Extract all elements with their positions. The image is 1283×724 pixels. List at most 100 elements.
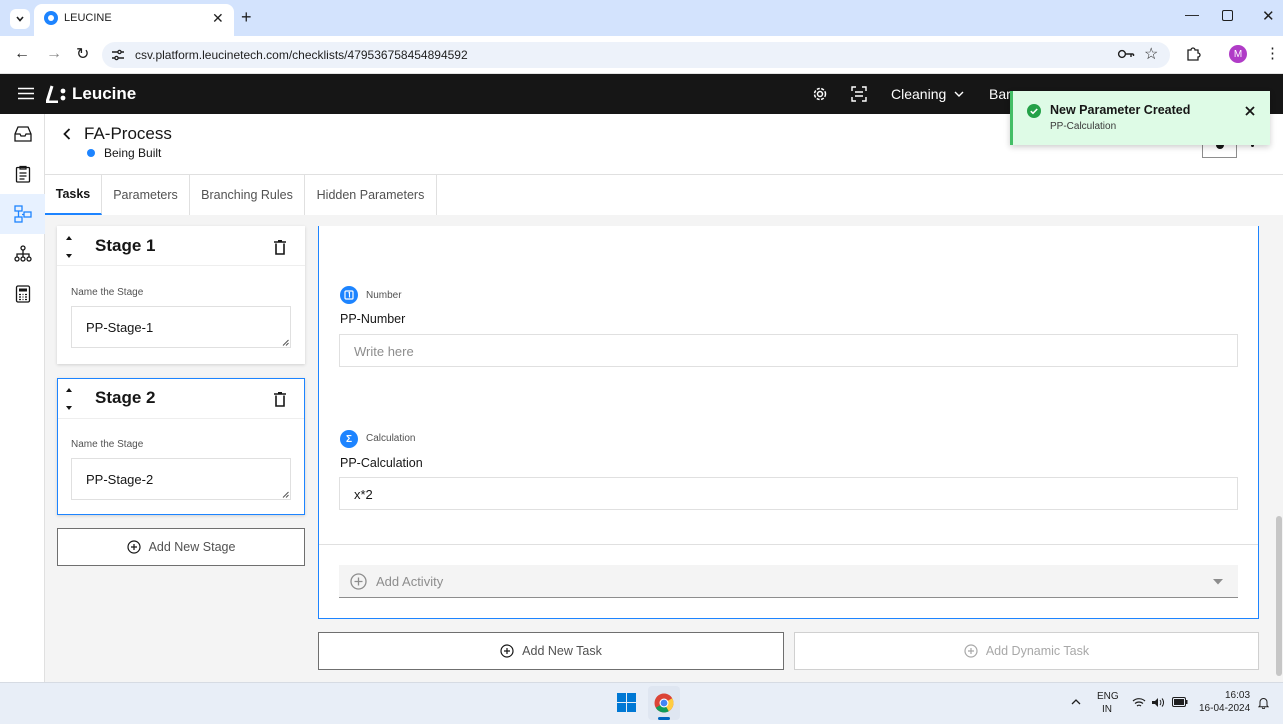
site-settings-icon[interactable] — [111, 49, 125, 61]
new-tab-button[interactable]: + — [241, 7, 252, 28]
trash-icon[interactable] — [274, 392, 286, 407]
reorder-arrows-icon[interactable] — [65, 234, 73, 260]
close-tab-icon[interactable]: ✕ — [212, 10, 224, 27]
chrome-taskbar-button[interactable] — [648, 686, 680, 720]
tab-tasks[interactable]: Tasks — [45, 174, 102, 215]
side-rail — [0, 114, 45, 682]
toast-title: New Parameter Created — [1050, 103, 1191, 117]
stage-header: Stage 2 — [58, 379, 304, 419]
extensions-icon[interactable] — [1186, 46, 1201, 61]
tab-hidden-parameters[interactable]: Hidden Parameters — [305, 174, 437, 215]
hierarchy-icon — [13, 245, 32, 262]
page-title: FA-Process — [84, 124, 172, 143]
stage-card[interactable]: Stage 2 Name the Stage PP-Stage-2 — [57, 378, 305, 515]
back-arrow-icon[interactable]: ← — [14, 45, 30, 63]
reorder-arrows-icon[interactable] — [65, 386, 73, 412]
clipboard-icon — [15, 165, 30, 183]
rail-ontology[interactable] — [0, 234, 45, 274]
language-code[interactable]: ENG — [1097, 691, 1119, 703]
chevron-down-icon[interactable] — [954, 91, 964, 98]
url-text[interactable]: csv.platform.leucinetech.com/checklists/… — [135, 48, 468, 62]
stage-title: Stage 2 — [95, 388, 156, 407]
add-dynamic-task-label: Add Dynamic Task — [985, 644, 1090, 658]
caret-down-icon[interactable] — [1213, 579, 1223, 585]
stage-name-value: PP-Stage-2 — [86, 472, 154, 487]
add-task-label: Add New Task — [522, 644, 602, 658]
parameter-name: PP-Number — [340, 312, 406, 326]
add-activity-label: Add Activity — [376, 574, 444, 589]
clock-time[interactable]: 16:03 — [1225, 690, 1250, 702]
add-activity-dropdown[interactable] — [339, 565, 1238, 598]
toast-subtitle: PP-Calculation — [1050, 121, 1117, 132]
forward-arrow-icon[interactable]: → — [46, 45, 62, 63]
rail-reports[interactable] — [0, 274, 45, 314]
rail-checklists[interactable] — [0, 154, 45, 194]
chrome-icon — [654, 693, 674, 713]
parameter-type-label: Number — [366, 290, 402, 301]
parameter-type-label: Calculation — [366, 433, 416, 444]
close-window-button[interactable]: ✕ — [1262, 7, 1275, 25]
profile-initial: M — [1233, 48, 1243, 60]
windows-start-icon[interactable] — [617, 693, 637, 713]
tab-search-button[interactable] — [10, 9, 30, 29]
facility-selector[interactable]: Cleaning — [891, 86, 946, 102]
tab-branching-rules[interactable]: Branching Rules — [190, 174, 305, 215]
trash-icon[interactable] — [274, 240, 286, 255]
sigma-icon: Σ — [340, 430, 358, 448]
hamburger-menu-icon[interactable] — [18, 87, 34, 100]
stage-header: Stage 1 — [57, 226, 305, 266]
resize-handle-icon[interactable] — [282, 491, 289, 498]
add-circle-icon — [350, 573, 367, 590]
leucine-logo-icon — [46, 85, 66, 103]
bookmark-star-icon[interactable]: ☆ — [1144, 44, 1158, 64]
browser-menu-icon[interactable]: ⋮ — [1265, 44, 1280, 62]
divider — [319, 544, 1258, 545]
flow-chart-icon — [13, 205, 32, 223]
tab-title: LEUCINE — [64, 12, 112, 24]
add-circle-icon — [500, 644, 514, 658]
tab-parameters[interactable]: Parameters — [102, 174, 190, 215]
notification-bell-icon[interactable] — [1258, 697, 1269, 709]
add-dynamic-task-button[interactable]: Add Dynamic Task — [794, 632, 1259, 670]
gear-icon[interactable] — [812, 86, 828, 102]
back-chevron-icon[interactable] — [63, 128, 71, 140]
resize-handle-icon[interactable] — [282, 339, 289, 346]
browser-tab-bar: LEUCINE ✕ + — ✕ — [0, 0, 1283, 36]
status-label: Being Built — [104, 146, 162, 160]
battery-icon[interactable] — [1172, 697, 1188, 707]
number-input[interactable]: Write here — [339, 334, 1238, 367]
wifi-icon[interactable] — [1132, 697, 1146, 708]
os-taskbar — [0, 682, 1283, 724]
clock-date[interactable]: 16-04-2024 — [1199, 703, 1250, 715]
calculation-expression: x*2 — [354, 487, 373, 502]
chevron-up-icon[interactable] — [1071, 699, 1081, 705]
success-toast — [1010, 91, 1270, 145]
speaker-icon[interactable] — [1151, 697, 1165, 708]
stage-name-value: PP-Stage-1 — [86, 320, 154, 335]
calculation-input[interactable]: x*2 — [339, 477, 1238, 510]
nav-item-truncated[interactable]: Bar — [989, 86, 1011, 102]
add-task-button[interactable]: Add New Task — [318, 632, 784, 670]
rail-inbox[interactable] — [0, 114, 45, 154]
scrollbar-thumb[interactable] — [1276, 516, 1282, 676]
password-key-icon[interactable] — [1117, 48, 1135, 60]
scan-icon[interactable] — [851, 86, 867, 102]
add-stage-button[interactable]: Add New Stage — [57, 528, 305, 566]
number-icon — [340, 286, 358, 304]
brand-name: Leucine — [72, 84, 137, 103]
stage-title: Stage 1 — [95, 236, 156, 255]
restore-button[interactable] — [1222, 10, 1233, 21]
reload-icon[interactable]: ↻ — [76, 44, 89, 64]
rail-process-builder[interactable] — [0, 194, 45, 234]
profile-avatar[interactable]: M — [1229, 45, 1247, 63]
stage-card[interactable]: Stage 1 Name the Stage PP-Stage-1 — [57, 226, 305, 364]
close-icon[interactable] — [1245, 106, 1255, 116]
stage-name-input[interactable]: PP-Stage-2 — [71, 458, 291, 500]
stage-name-label: Name the Stage — [71, 439, 144, 450]
add-circle-icon — [126, 540, 141, 554]
stage-name-label: Name the Stage — [71, 287, 144, 298]
add-stage-label: Add New Stage — [148, 540, 236, 554]
stage-name-input[interactable]: PP-Stage-1 — [71, 306, 291, 348]
language-region[interactable]: IN — [1102, 704, 1112, 716]
minimize-button[interactable]: — — [1185, 6, 1199, 22]
